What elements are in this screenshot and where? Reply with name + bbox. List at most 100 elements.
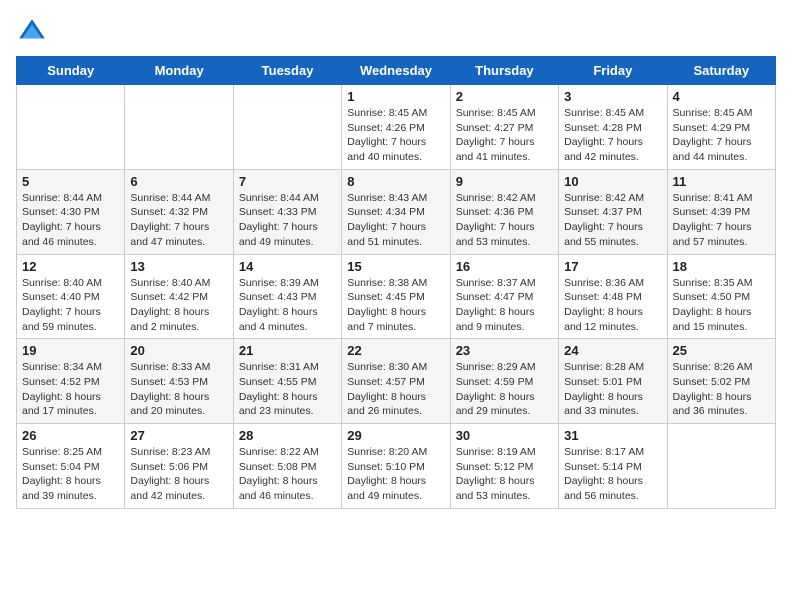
day-info: Sunrise: 8:44 AM Sunset: 4:33 PM Dayligh… [239, 191, 336, 250]
day-number: 17 [564, 259, 661, 274]
calendar-week-row: 1Sunrise: 8:45 AM Sunset: 4:26 PM Daylig… [17, 85, 776, 170]
day-info: Sunrise: 8:43 AM Sunset: 4:34 PM Dayligh… [347, 191, 444, 250]
day-info: Sunrise: 8:39 AM Sunset: 4:43 PM Dayligh… [239, 276, 336, 335]
day-info: Sunrise: 8:28 AM Sunset: 5:01 PM Dayligh… [564, 360, 661, 419]
day-info: Sunrise: 8:30 AM Sunset: 4:57 PM Dayligh… [347, 360, 444, 419]
calendar-cell: 21 Sunrise: 8:31 AM Sunset: 4:55 PM Dayli… [233, 339, 341, 424]
day-info: Sunrise: 8:38 AM Sunset: 4:45 PM Dayligh… [347, 276, 444, 335]
calendar-cell: 26 Sunrise: 8:25 AM Sunset: 5:04 PM Dayli… [17, 424, 125, 509]
day-of-week-header: Thursday [450, 57, 558, 85]
calendar-cell: 10 Sunrise: 8:42 AM Sunset: 4:37 PM Dayli… [559, 169, 667, 254]
day-info: Sunrise: 8:36 AM Sunset: 4:48 PM Dayligh… [564, 276, 661, 335]
day-info: Sunrise: 8:23 AM Sunset: 5:06 PM Dayligh… [130, 445, 227, 504]
day-number: 24 [564, 343, 661, 358]
day-number: 19 [22, 343, 119, 358]
day-info: Sunrise: 8:19 AM Sunset: 5:12 PM Dayligh… [456, 445, 553, 504]
day-number: 8 [347, 174, 444, 189]
calendar-cell: 28 Sunrise: 8:22 AM Sunset: 5:08 PM Dayli… [233, 424, 341, 509]
calendar-header-row: SundayMondayTuesdayWednesdayThursdayFrid… [17, 57, 776, 85]
day-info: Sunrise: 8:31 AM Sunset: 4:55 PM Dayligh… [239, 360, 336, 419]
calendar-cell: 13 Sunrise: 8:40 AM Sunset: 4:42 PM Dayli… [125, 254, 233, 339]
day-number: 9 [456, 174, 553, 189]
calendar-cell: 7 Sunrise: 8:44 AM Sunset: 4:33 PM Daylig… [233, 169, 341, 254]
day-info: Sunrise: 8:44 AM Sunset: 4:30 PM Dayligh… [22, 191, 119, 250]
day-number: 23 [456, 343, 553, 358]
day-number: 25 [673, 343, 770, 358]
day-info: Sunrise: 8:40 AM Sunset: 4:42 PM Dayligh… [130, 276, 227, 335]
calendar-cell: 30 Sunrise: 8:19 AM Sunset: 5:12 PM Dayli… [450, 424, 558, 509]
calendar-cell: 8 Sunrise: 8:43 AM Sunset: 4:34 PM Daylig… [342, 169, 450, 254]
calendar-week-row: 5 Sunrise: 8:44 AM Sunset: 4:30 PM Daylig… [17, 169, 776, 254]
logo-icon [16, 16, 48, 48]
day-number: 12 [22, 259, 119, 274]
day-info: Sunrise: 8:25 AM Sunset: 5:04 PM Dayligh… [22, 445, 119, 504]
logo [16, 16, 52, 48]
day-info: Sunrise: 8:20 AM Sunset: 5:10 PM Dayligh… [347, 445, 444, 504]
day-info: Sunrise: 8:35 AM Sunset: 4:50 PM Dayligh… [673, 276, 770, 335]
day-number: 31 [564, 428, 661, 443]
day-info: Sunrise: 8:41 AM Sunset: 4:39 PM Dayligh… [673, 191, 770, 250]
day-info: Sunrise: 8:34 AM Sunset: 4:52 PM Dayligh… [22, 360, 119, 419]
day-of-week-header: Friday [559, 57, 667, 85]
day-info: Sunrise: 8:44 AM Sunset: 4:32 PM Dayligh… [130, 191, 227, 250]
calendar-table: SundayMondayTuesdayWednesdayThursdayFrid… [16, 56, 776, 509]
calendar-cell: 16 Sunrise: 8:37 AM Sunset: 4:47 PM Dayli… [450, 254, 558, 339]
day-info: Sunrise: 8:40 AM Sunset: 4:40 PM Dayligh… [22, 276, 119, 335]
page-header [16, 16, 776, 48]
day-number: 22 [347, 343, 444, 358]
day-number: 13 [130, 259, 227, 274]
day-number: 20 [130, 343, 227, 358]
day-number: 26 [22, 428, 119, 443]
calendar-cell: 6 Sunrise: 8:44 AM Sunset: 4:32 PM Daylig… [125, 169, 233, 254]
day-number: 27 [130, 428, 227, 443]
calendar-cell: 3 Sunrise: 8:45 AM Sunset: 4:28 PM Daylig… [559, 85, 667, 170]
day-number: 1 [347, 89, 444, 104]
day-info: Sunrise: 8:42 AM Sunset: 4:37 PM Dayligh… [564, 191, 661, 250]
day-number: 11 [673, 174, 770, 189]
calendar-cell [125, 85, 233, 170]
day-number: 30 [456, 428, 553, 443]
day-number: 2 [456, 89, 553, 104]
day-number: 10 [564, 174, 661, 189]
calendar-cell: 29 Sunrise: 8:20 AM Sunset: 5:10 PM Dayli… [342, 424, 450, 509]
calendar-cell: 18 Sunrise: 8:35 AM Sunset: 4:50 PM Dayli… [667, 254, 775, 339]
day-number: 16 [456, 259, 553, 274]
day-number: 3 [564, 89, 661, 104]
day-number: 7 [239, 174, 336, 189]
calendar-week-row: 19 Sunrise: 8:34 AM Sunset: 4:52 PM Dayli… [17, 339, 776, 424]
calendar-cell: 11 Sunrise: 8:41 AM Sunset: 4:39 PM Dayli… [667, 169, 775, 254]
day-number: 21 [239, 343, 336, 358]
day-info: Sunrise: 8:22 AM Sunset: 5:08 PM Dayligh… [239, 445, 336, 504]
day-of-week-header: Wednesday [342, 57, 450, 85]
day-of-week-header: Tuesday [233, 57, 341, 85]
day-of-week-header: Saturday [667, 57, 775, 85]
day-number: 4 [673, 89, 770, 104]
day-number: 14 [239, 259, 336, 274]
calendar-week-row: 26 Sunrise: 8:25 AM Sunset: 5:04 PM Dayli… [17, 424, 776, 509]
day-of-week-header: Sunday [17, 57, 125, 85]
calendar-cell: 22 Sunrise: 8:30 AM Sunset: 4:57 PM Dayli… [342, 339, 450, 424]
day-info: Sunrise: 8:33 AM Sunset: 4:53 PM Dayligh… [130, 360, 227, 419]
calendar-cell: 9 Sunrise: 8:42 AM Sunset: 4:36 PM Daylig… [450, 169, 558, 254]
day-info: Sunrise: 8:37 AM Sunset: 4:47 PM Dayligh… [456, 276, 553, 335]
day-number: 29 [347, 428, 444, 443]
day-info: Sunrise: 8:45 AM Sunset: 4:28 PM Dayligh… [564, 106, 661, 165]
calendar-cell: 1Sunrise: 8:45 AM Sunset: 4:26 PM Daylig… [342, 85, 450, 170]
calendar-cell [233, 85, 341, 170]
calendar-cell [667, 424, 775, 509]
calendar-cell: 4Sunrise: 8:45 AM Sunset: 4:29 PM Daylig… [667, 85, 775, 170]
calendar-week-row: 12 Sunrise: 8:40 AM Sunset: 4:40 PM Dayli… [17, 254, 776, 339]
calendar-cell: 20 Sunrise: 8:33 AM Sunset: 4:53 PM Dayli… [125, 339, 233, 424]
day-number: 28 [239, 428, 336, 443]
day-info: Sunrise: 8:29 AM Sunset: 4:59 PM Dayligh… [456, 360, 553, 419]
day-info: Sunrise: 8:42 AM Sunset: 4:36 PM Dayligh… [456, 191, 553, 250]
calendar-cell: 23 Sunrise: 8:29 AM Sunset: 4:59 PM Dayli… [450, 339, 558, 424]
calendar-cell: 5 Sunrise: 8:44 AM Sunset: 4:30 PM Daylig… [17, 169, 125, 254]
day-number: 6 [130, 174, 227, 189]
day-info: Sunrise: 8:45 AM Sunset: 4:27 PM Dayligh… [456, 106, 553, 165]
day-info: Sunrise: 8:26 AM Sunset: 5:02 PM Dayligh… [673, 360, 770, 419]
calendar-cell: 25 Sunrise: 8:26 AM Sunset: 5:02 PM Dayli… [667, 339, 775, 424]
day-number: 5 [22, 174, 119, 189]
day-of-week-header: Monday [125, 57, 233, 85]
day-number: 18 [673, 259, 770, 274]
